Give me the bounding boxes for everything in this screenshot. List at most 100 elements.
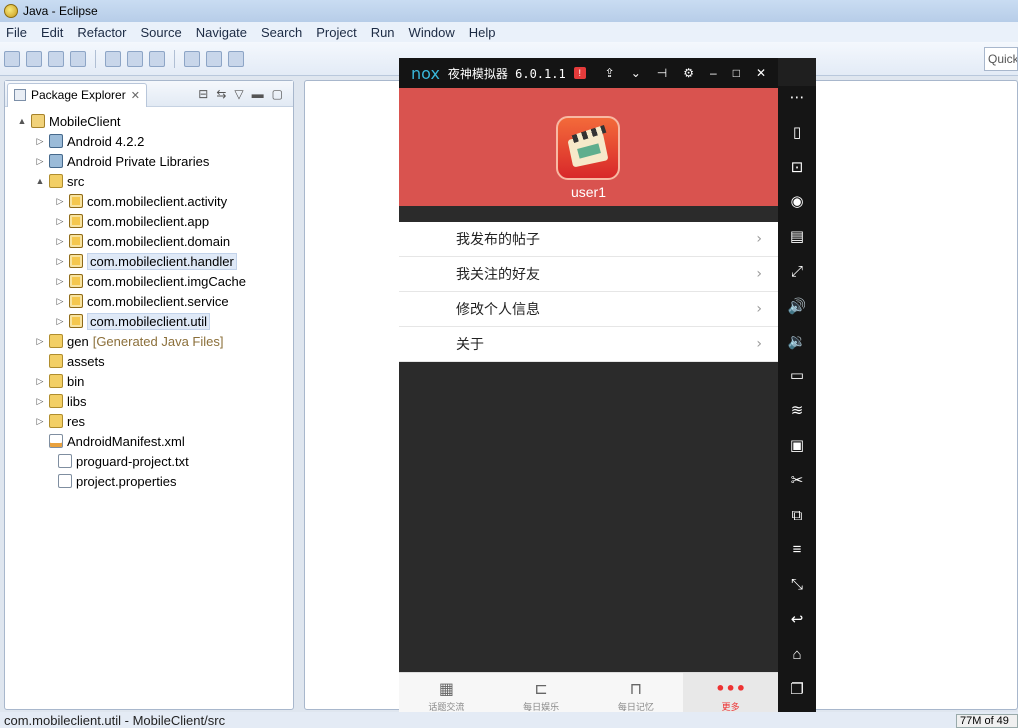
tree-expand-icon[interactable]: ▷: [55, 316, 65, 327]
tree-expand-icon[interactable]: ▷: [55, 236, 65, 247]
new-icon[interactable]: [4, 50, 20, 67]
fullscreen-icon[interactable]: ⤢: [787, 262, 807, 282]
skip-breakpoints-icon[interactable]: [206, 50, 222, 67]
tree-expand-icon[interactable]: ▷: [35, 416, 45, 427]
tree-expand-icon[interactable]: ▷: [55, 296, 65, 307]
heap-status[interactable]: 77M of 49: [956, 714, 1018, 728]
tree-item[interactable]: ▷ com.mobileclient.handler: [55, 251, 237, 271]
menu-project[interactable]: Project: [316, 25, 356, 40]
close-tab-icon[interactable]: ✕: [131, 89, 140, 102]
tree-item[interactable]: AndroidManifest.xml: [35, 431, 185, 451]
tree-item[interactable]: assets: [35, 351, 105, 371]
maximize-icon[interactable]: □: [733, 66, 740, 80]
folder-icon: [49, 174, 63, 188]
tree-expand-icon[interactable]: ▷: [35, 156, 45, 167]
tree-item-label: libs: [67, 393, 87, 409]
tree-item[interactable]: ▷ com.mobileclient.activity: [55, 191, 228, 211]
quick-access-input[interactable]: Quick: [984, 47, 1018, 71]
tree-expand-icon[interactable]: ▷: [55, 196, 65, 207]
view-menu-icon[interactable]: ▽: [234, 87, 243, 101]
menu-search[interactable]: Search: [261, 25, 302, 40]
tree-item[interactable]: ▷ res: [35, 411, 86, 431]
tree-expand-icon[interactable]: ▷: [55, 216, 65, 227]
menu-item-edit-profile[interactable]: 修改个人信息 ›: [399, 292, 778, 327]
tree-expand-icon[interactable]: ▲: [35, 176, 45, 186]
menu-file[interactable]: File: [6, 25, 27, 40]
tree-expand-icon[interactable]: ▷: [55, 256, 65, 267]
shake-icon[interactable]: ≋: [787, 401, 807, 421]
menu-navigate[interactable]: Navigate: [196, 25, 247, 40]
tree-expand-icon[interactable]: ▷: [35, 396, 45, 407]
package-icon: [69, 254, 83, 268]
library-icon: [49, 154, 63, 168]
tree-item[interactable]: ▷ Android 4.2.2: [35, 131, 145, 151]
recent-icon[interactable]: ❐: [787, 680, 807, 700]
avd-manager-icon[interactable]: [127, 50, 143, 67]
menu-bar: File Edit Refactor Source Navigate Searc…: [0, 22, 1018, 42]
copy-icon[interactable]: ⧉: [787, 506, 807, 526]
tree-item[interactable]: ▲ MobileClient: [17, 111, 121, 131]
keyboard-icon[interactable]: ▤: [787, 227, 807, 247]
tree-item[interactable]: ▷ com.mobileclient.domain: [55, 231, 231, 251]
menu-window[interactable]: Window: [409, 25, 455, 40]
upload-icon[interactable]: ⇪: [605, 66, 615, 80]
tree-item[interactable]: ▷ com.mobileclient.util: [55, 311, 211, 331]
menu-item-followed-friends[interactable]: 我关注的好友 ›: [399, 257, 778, 292]
tree-expand-icon[interactable]: ▲: [17, 116, 27, 126]
back-icon[interactable]: ↩: [787, 610, 807, 630]
more-icon[interactable]: ⋯: [787, 88, 807, 108]
screenshot-icon[interactable]: ✂: [787, 471, 807, 491]
menu-help[interactable]: Help: [469, 25, 496, 40]
tree-item[interactable]: ▷ Android Private Libraries: [35, 151, 210, 171]
chevron-down-icon[interactable]: ⌄: [631, 66, 641, 80]
tree-item[interactable]: ▷ bin: [35, 371, 85, 391]
package-explorer-tab[interactable]: Package Explorer ✕: [7, 82, 147, 107]
sdk-manager-icon[interactable]: [105, 50, 121, 67]
link-with-editor-icon[interactable]: ⇆: [216, 87, 226, 101]
minimize-icon[interactable]: –: [710, 66, 717, 80]
collapse-all-icon[interactable]: ⊟: [198, 87, 208, 101]
menu-item-about[interactable]: 关于 ›: [399, 327, 778, 362]
close-icon[interactable]: ✕: [756, 66, 766, 80]
tree-expand-icon[interactable]: ▷: [35, 136, 45, 147]
settings-gear-icon[interactable]: ⚙: [683, 66, 694, 80]
minimize-icon[interactable]: ▬: [252, 87, 264, 101]
tree-item[interactable]: ▷ com.mobileclient.service: [55, 291, 229, 311]
expand-icon[interactable]: ⤡: [787, 575, 807, 595]
home-icon[interactable]: ⌂: [787, 645, 807, 665]
tree-item[interactable]: proguard-project.txt: [44, 451, 189, 471]
lint-icon[interactable]: [149, 50, 165, 67]
menu-icon[interactable]: ≡: [787, 540, 807, 560]
save-all-icon[interactable]: [48, 50, 64, 67]
volume-up-icon[interactable]: 🔊: [787, 297, 807, 317]
menu-source[interactable]: Source: [141, 25, 182, 40]
volume-down-icon[interactable]: 🔉: [787, 332, 807, 352]
multi-instance-icon[interactable]: ▭: [787, 366, 807, 386]
menu-refactor[interactable]: Refactor: [77, 25, 126, 40]
new-project-icon[interactable]: [184, 50, 200, 67]
maximize-icon[interactable]: ▢: [272, 87, 283, 101]
tree-item[interactable]: ▷ com.mobileclient.app: [55, 211, 210, 231]
tree-item[interactable]: project.properties: [44, 471, 176, 491]
menu-edit[interactable]: Edit: [41, 25, 63, 40]
alert-badge-icon[interactable]: !: [573, 67, 586, 79]
pin-icon[interactable]: ⊣: [657, 66, 667, 80]
tree-item[interactable]: ▷ com.mobileclient.imgCache: [55, 271, 246, 291]
save-icon[interactable]: [26, 50, 42, 67]
tree-item[interactable]: ▷ gen [Generated Java Files]: [35, 331, 224, 351]
print-icon[interactable]: [70, 50, 86, 67]
tree-expand-icon[interactable]: ▷: [35, 336, 45, 347]
avatar[interactable]: [556, 116, 620, 180]
tree-item[interactable]: ▲ src: [35, 171, 85, 191]
apk-install-icon[interactable]: ▣: [787, 436, 807, 456]
tree-expand-icon[interactable]: ▷: [35, 376, 45, 387]
rotate-icon[interactable]: ▯: [787, 123, 807, 143]
tree-expand-icon[interactable]: ▷: [55, 276, 65, 287]
tree-item[interactable]: ▷ libs: [35, 391, 87, 411]
menu-run[interactable]: Run: [371, 25, 395, 40]
location-icon[interactable]: ◉: [787, 192, 807, 212]
folder-icon: [49, 414, 63, 428]
robot-icon[interactable]: ⊡: [787, 158, 807, 178]
debug-icon[interactable]: [228, 50, 244, 67]
menu-item-my-posts[interactable]: 我发布的帖子 ›: [399, 222, 778, 257]
